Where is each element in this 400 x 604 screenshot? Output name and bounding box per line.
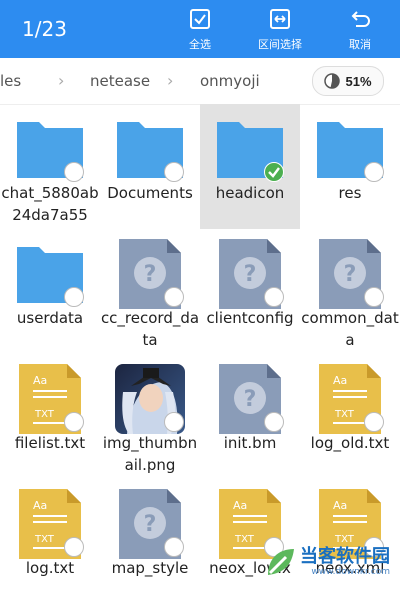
file-item[interactable]: res (300, 104, 400, 229)
svg-text:?: ? (144, 512, 157, 537)
svg-text:?: ? (344, 262, 357, 287)
select-checkbox[interactable] (164, 287, 184, 307)
cancel-label: 取消 (349, 38, 371, 51)
cancel-button[interactable]: 取消 (325, 6, 395, 52)
watermark-logo: 当客软件园 www.downkr.com (262, 541, 400, 583)
svg-text:?: ? (244, 387, 257, 412)
watermark-url: www.downkr.com (311, 567, 390, 577)
checked-icon[interactable] (264, 162, 284, 182)
breadcrumb-item-onmyoji[interactable]: onmyoji (200, 72, 260, 90)
select-checkbox[interactable] (264, 412, 284, 432)
range-select-button[interactable]: 区间选择 (245, 6, 315, 52)
range-select-icon (245, 6, 315, 32)
storage-usage-button[interactable]: 51% (312, 66, 384, 96)
svg-text:Aa: Aa (33, 374, 47, 387)
breadcrumb: les › netease › onmyoji 51% (0, 58, 400, 105)
file-name: res (338, 184, 362, 202)
file-name: log.txt (25, 559, 75, 577)
file-item[interactable]: ? map_style (100, 479, 200, 604)
file-item[interactable]: ? common_data (300, 229, 400, 354)
file-item[interactable]: ? cc_record_data (100, 229, 200, 354)
file-item[interactable]: Documents (100, 104, 200, 229)
file-name: filelist.txt (14, 434, 86, 452)
file-item[interactable]: img_thumbnail.png (100, 354, 200, 479)
range-select-label: 区间选择 (258, 38, 302, 51)
file-item[interactable]: Aa TXT log.txt (0, 479, 100, 604)
file-name: chat_5880ab24da7a55 (1, 184, 99, 224)
select-checkbox[interactable] (164, 162, 184, 182)
select-checkbox[interactable] (264, 287, 284, 307)
selection-counter: 1/23 (22, 17, 67, 41)
file-item[interactable]: chat_5880ab24da7a55 (0, 104, 100, 229)
svg-text:TXT: TXT (234, 534, 255, 545)
file-item[interactable]: ? clientconfig (200, 229, 300, 354)
storage-pie-icon (324, 73, 341, 89)
select-all-label: 全选 (189, 38, 211, 51)
select-checkbox[interactable] (364, 412, 384, 432)
file-grid: chat_5880ab24da7a55 Documents headicon res u… (0, 104, 400, 583)
svg-text:Aa: Aa (333, 374, 347, 387)
file-item[interactable]: Aa TXT log_old.txt (300, 354, 400, 479)
select-checkbox[interactable] (364, 287, 384, 307)
svg-text:Aa: Aa (333, 499, 347, 512)
select-checkbox[interactable] (364, 162, 384, 182)
svg-text:TXT: TXT (34, 409, 55, 420)
select-checkbox[interactable] (64, 162, 84, 182)
return-arrow-icon (325, 6, 395, 32)
file-name: common_data (301, 309, 399, 349)
file-item[interactable]: headicon (200, 104, 300, 229)
file-name: Documents (107, 184, 193, 202)
select-checkbox[interactable] (164, 412, 184, 432)
check-box-icon (165, 6, 235, 32)
watermark-leaf-icon (268, 549, 294, 575)
svg-text:?: ? (144, 262, 157, 287)
file-name: headicon (215, 184, 285, 202)
file-name: clientconfig (206, 309, 294, 327)
svg-text:TXT: TXT (334, 409, 355, 420)
select-checkbox[interactable] (164, 537, 184, 557)
chevron-right-icon: › (167, 71, 174, 90)
file-name: userdata (16, 309, 84, 327)
storage-percent: 51% (345, 73, 372, 89)
svg-text:Aa: Aa (233, 499, 247, 512)
svg-text:?: ? (244, 262, 257, 287)
file-name: init.bm (223, 434, 277, 452)
file-name: log_old.txt (310, 434, 390, 452)
svg-text:TXT: TXT (34, 534, 55, 545)
watermark-text: 当客软件园 (300, 546, 390, 567)
select-checkbox[interactable] (64, 412, 84, 432)
breadcrumb-item-netease[interactable]: netease (90, 72, 150, 90)
select-all-button[interactable]: 全选 (165, 6, 235, 52)
file-name: cc_record_data (100, 309, 200, 349)
file-item[interactable]: Aa TXT filelist.txt (0, 354, 100, 479)
select-checkbox[interactable] (64, 537, 84, 557)
file-name: img_thumbnail.png (102, 434, 198, 474)
file-item[interactable]: userdata (0, 229, 100, 354)
file-name: map_style (111, 559, 189, 577)
chevron-right-icon: › (58, 71, 65, 90)
breadcrumb-item-les[interactable]: les (0, 72, 21, 90)
file-item[interactable]: ? init.bm (200, 354, 300, 479)
svg-text:Aa: Aa (33, 499, 47, 512)
top-action-bar: 1/23 全选 区间选择 取消 (0, 0, 400, 58)
select-checkbox[interactable] (64, 287, 84, 307)
